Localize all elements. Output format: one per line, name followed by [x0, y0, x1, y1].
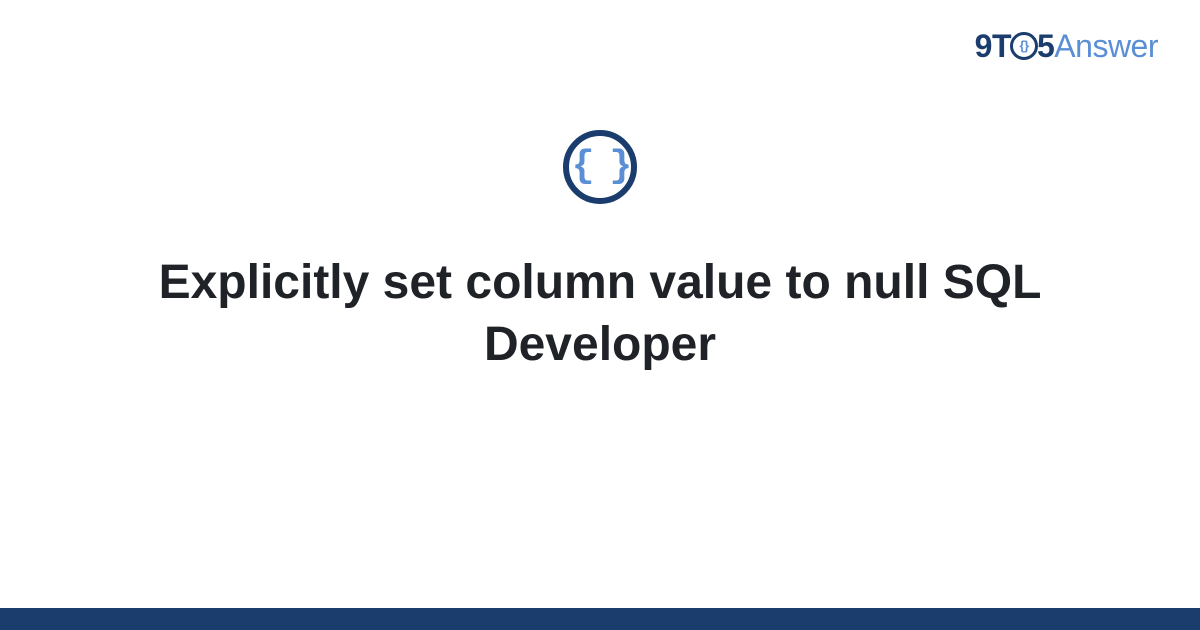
site-logo: 9T {} 5Answer: [975, 28, 1158, 65]
logo-text-answer: Answer: [1054, 28, 1158, 64]
main-content: { } Explicitly set column value to null …: [0, 130, 1200, 377]
logo-circle-icon: {}: [1010, 32, 1038, 60]
page-title: Explicitly set column value to null SQL …: [100, 252, 1100, 377]
braces-symbol: { }: [572, 148, 628, 186]
footer-bar: [0, 608, 1200, 630]
logo-text-5: 5: [1037, 28, 1054, 64]
logo-circle-inner: {}: [1019, 39, 1028, 52]
code-braces-icon: { }: [563, 130, 637, 204]
logo-text-9t: 9T: [975, 28, 1011, 64]
